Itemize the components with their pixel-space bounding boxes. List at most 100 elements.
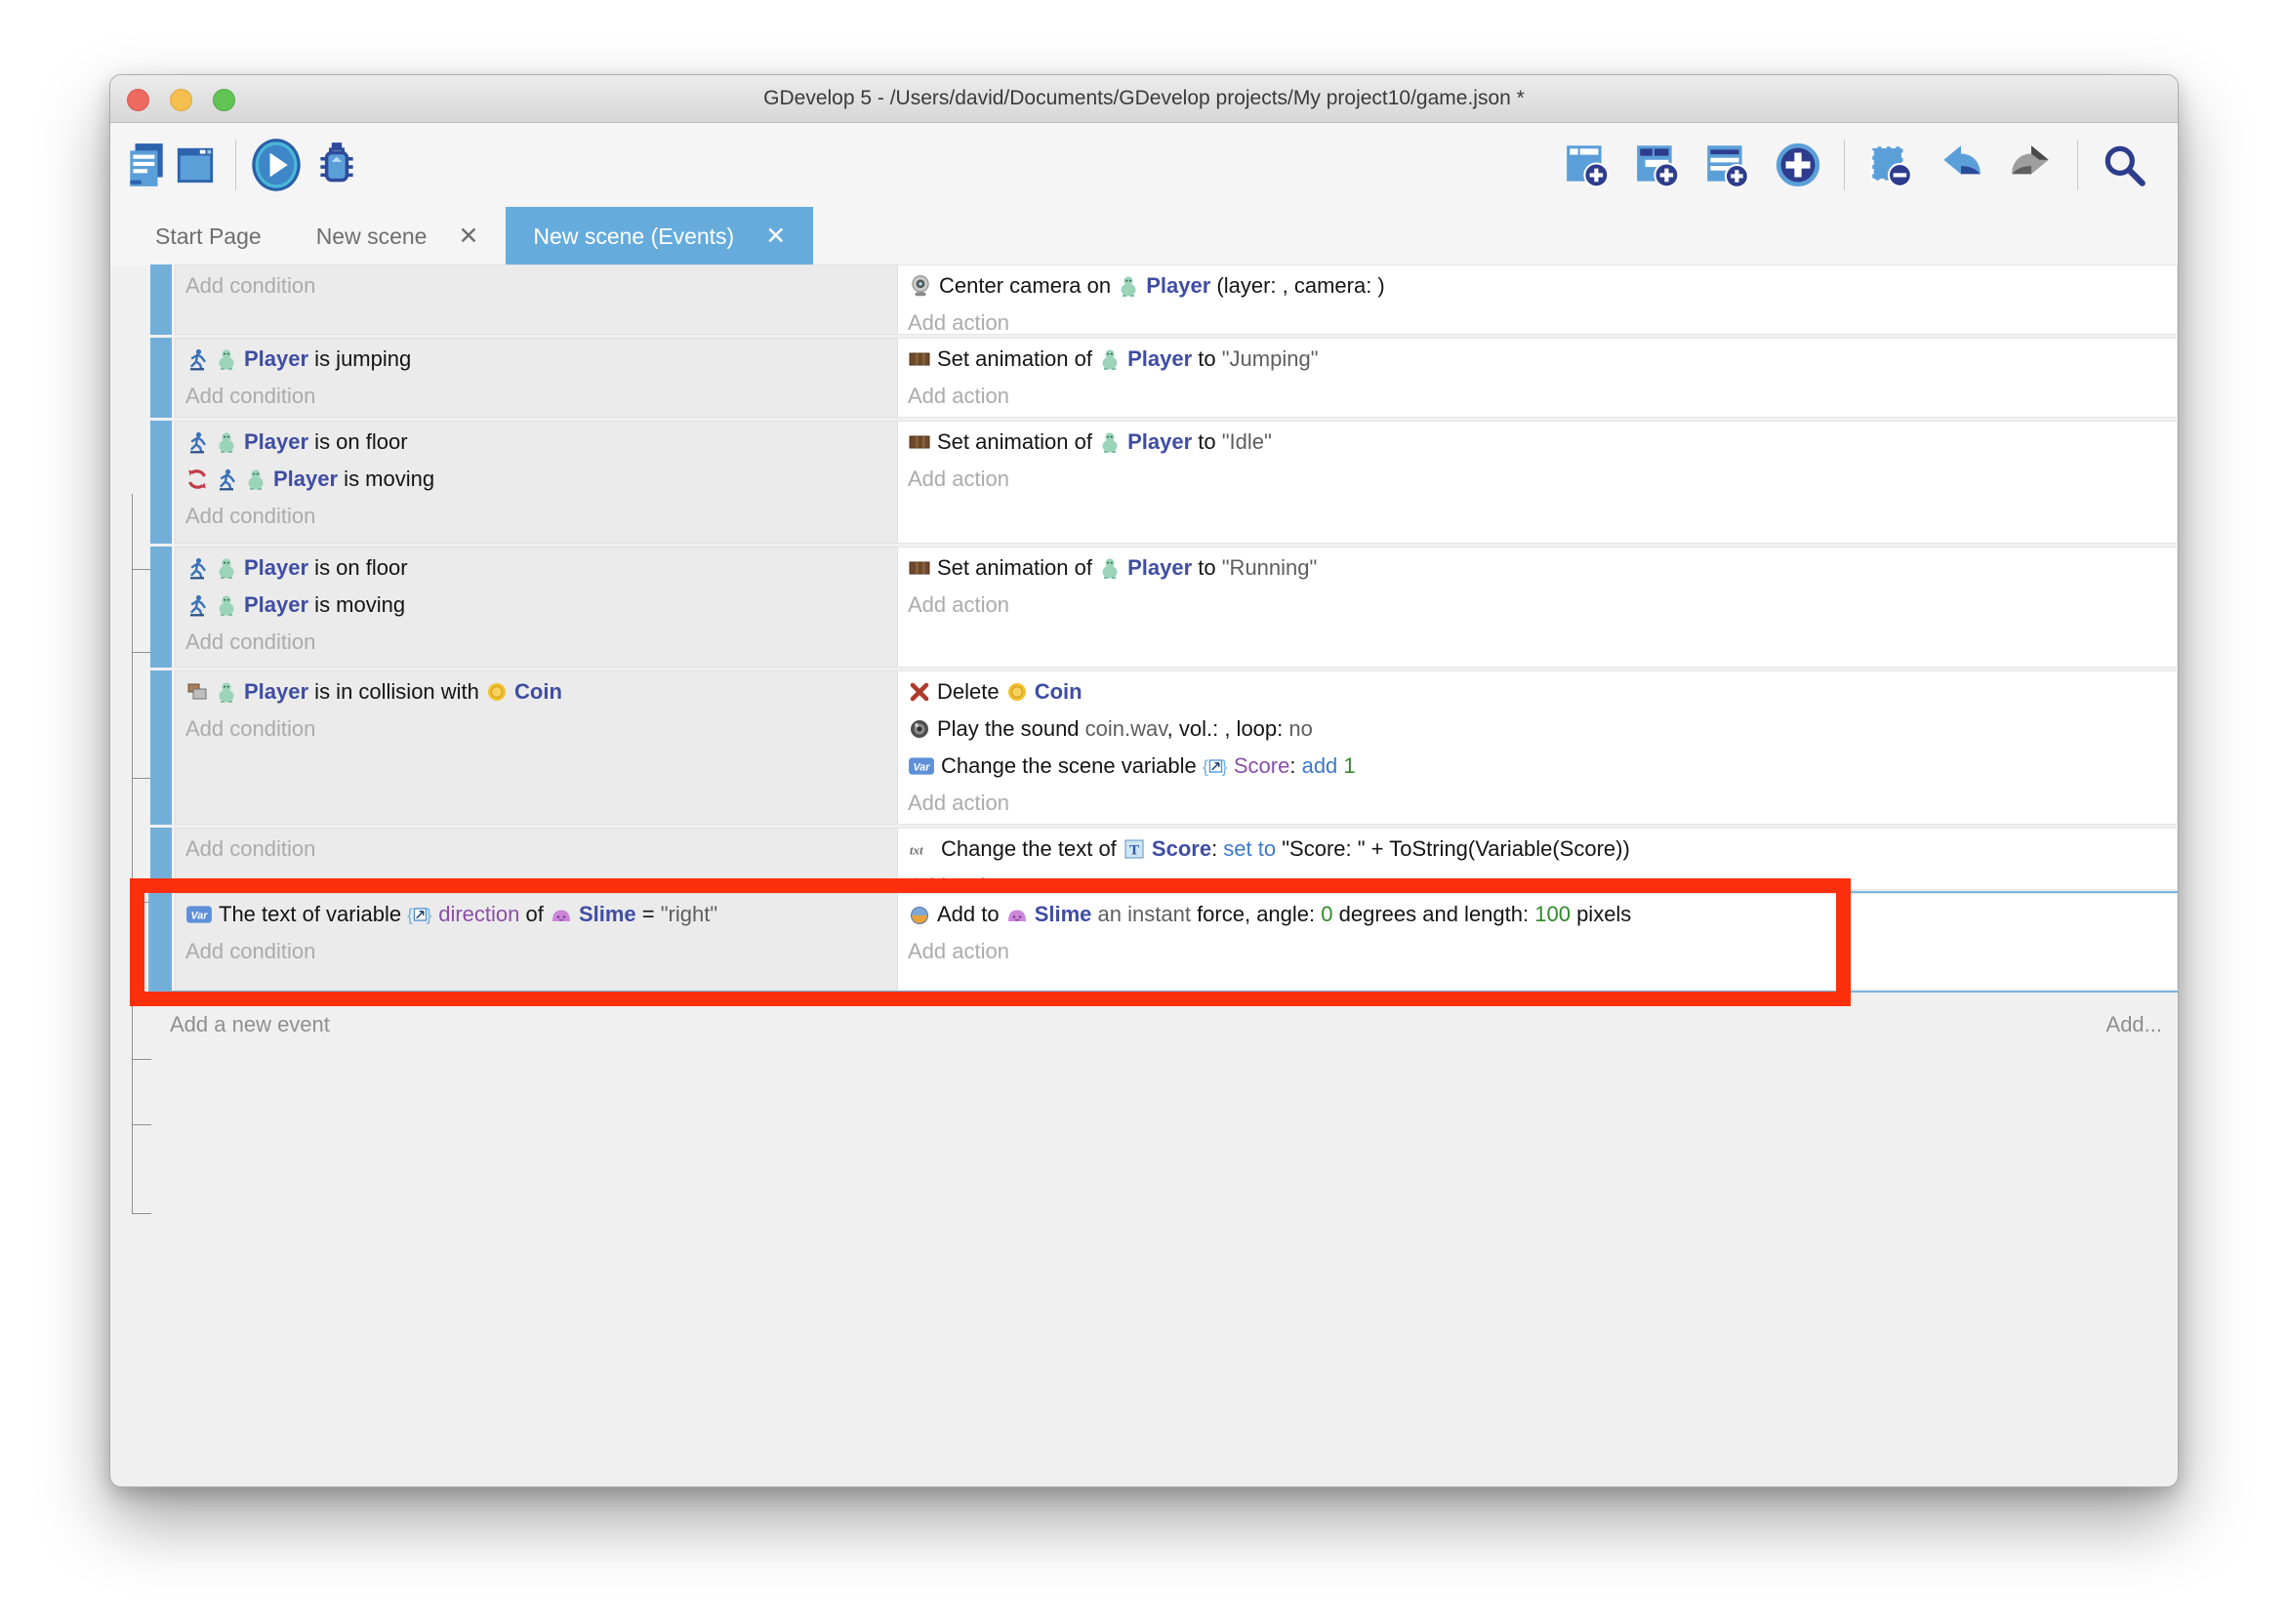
platformer-icon <box>185 424 209 461</box>
action-line[interactable]: Set animation of Player to "Running" <box>908 549 2177 587</box>
condition-text: Player <box>244 592 308 617</box>
add-action-button[interactable]: Add action <box>908 378 2177 415</box>
add-action-button[interactable]: Add action <box>908 461 2177 498</box>
delete-event-button[interactable] <box>1866 141 1915 189</box>
player-icon <box>244 461 267 498</box>
invert-icon <box>185 461 209 498</box>
add-comment-button[interactable] <box>1703 141 1752 189</box>
event-row[interactable]: Add condition txtChange the text of TScor… <box>150 828 2178 890</box>
camera-icon <box>908 267 933 304</box>
conditions-cell: Add condition <box>175 264 898 335</box>
condition-text: Player <box>244 429 308 454</box>
action-line[interactable]: VarChange the scene variable {}Score: ad… <box>908 748 2177 785</box>
event-bar <box>150 547 172 668</box>
add-action-button[interactable]: Add action <box>908 304 2177 335</box>
close-window-button[interactable] <box>127 89 149 111</box>
add-condition-button[interactable]: Add condition <box>185 498 897 535</box>
close-tab-icon[interactable]: ✕ <box>765 222 786 251</box>
debug-button[interactable] <box>312 140 361 190</box>
scene-editor-button[interactable] <box>175 142 216 188</box>
action-line[interactable]: Set animation of Player to "Jumping" <box>908 341 2177 378</box>
action-text: "Score: " + ToString(Variable(Score)) <box>1276 836 1630 861</box>
action-text: Delete <box>937 679 1005 704</box>
action-line[interactable]: Delete Coin <box>908 673 2177 710</box>
event-row[interactable]: Player is in collision with CoinAdd cond… <box>150 670 2178 825</box>
condition-text: Add condition <box>185 504 315 528</box>
tab-label: Start Page <box>155 223 262 250</box>
event-row[interactable]: Player is jumpingAdd condition Set animat… <box>150 338 2178 418</box>
tab-new-scene-events[interactable]: New scene (Events) ✕ <box>506 207 813 265</box>
action-text: "Jumping" <box>1222 346 1319 371</box>
action-line[interactable]: Center camera on Player (layer: , camera… <box>908 267 2177 304</box>
event-row[interactable]: Player is on floorPlayer is moving Add co… <box>150 547 2178 668</box>
event-row[interactable]: Add condition Center camera on Player (la… <box>150 264 2178 335</box>
event-row[interactable]: VarThe text of variable {}direction of S… <box>150 893 2178 991</box>
action-text: 100 <box>1534 902 1571 926</box>
tab-label: New scene <box>316 223 428 250</box>
action-line[interactable]: Add to Slime an instant force, angle: 0 … <box>908 896 2177 933</box>
condition-line[interactable]: Player is on floor <box>185 549 897 587</box>
event-bar <box>150 828 172 890</box>
toolbar-separator <box>1844 140 1845 190</box>
add-condition-button[interactable]: Add condition <box>185 933 897 970</box>
varbox-icon: {} <box>407 896 432 933</box>
action-text: , vol.: , loop: <box>1167 716 1289 741</box>
condition-line[interactable]: Player is in collision with Coin <box>185 673 897 710</box>
condition-line[interactable]: VarThe text of variable {}direction of S… <box>185 896 897 933</box>
condition-line[interactable]: Player is moving <box>185 461 897 498</box>
add-action-button[interactable]: Add action <box>908 933 2177 970</box>
condition-text: Add condition <box>185 836 315 861</box>
add-condition-button[interactable]: Add condition <box>185 624 897 661</box>
tab-new-scene[interactable]: New scene ✕ <box>289 207 507 265</box>
textobj-icon: T <box>1123 831 1146 868</box>
add-action-button[interactable]: Add action <box>908 868 2177 890</box>
event-bar <box>150 264 172 335</box>
project-manager-button[interactable] <box>126 142 167 188</box>
condition-text: Coin <box>514 679 562 704</box>
condition-text: is jumping <box>308 346 411 371</box>
add-more-button[interactable]: Add... <box>2106 1012 2162 1037</box>
actions-cell: txtChange the text of TScore: set to "Sc… <box>898 828 2178 890</box>
condition-line[interactable]: Player is moving <box>185 587 897 624</box>
add-action-button[interactable]: Add action <box>908 785 2177 822</box>
action-text: Add to <box>937 902 1005 926</box>
svg-text:{: { <box>407 906 413 925</box>
event-row[interactable]: Player is on floorPlayer is moving Add co… <box>150 421 2178 544</box>
add-new-event-button[interactable]: Add a new event <box>170 1012 330 1037</box>
svg-text:{: { <box>1203 757 1208 777</box>
condition-line[interactable]: Player is on floor <box>185 424 897 461</box>
add-action-button[interactable]: Add action <box>908 587 2177 624</box>
add-condition-button[interactable]: Add condition <box>185 831 897 868</box>
minimize-window-button[interactable] <box>170 89 192 111</box>
condition-text: Add condition <box>185 629 315 654</box>
action-text: pixels <box>1571 902 1631 926</box>
toolbar-separator <box>2077 140 2078 190</box>
play-button[interactable] <box>248 137 305 193</box>
condition-text: Player <box>244 555 308 580</box>
action-line[interactable]: Play the sound coin.wav, vol.: , loop: n… <box>908 710 2177 748</box>
action-text: force, angle: <box>1191 902 1321 926</box>
tab-start-page[interactable]: Start Page <box>128 207 289 265</box>
actions-cell: Set animation of Player to "Idle"Add act… <box>898 421 2178 544</box>
action-line[interactable]: txtChange the text of TScore: set to "Sc… <box>908 831 2177 868</box>
platformer-icon <box>215 461 238 498</box>
redo-button[interactable] <box>2007 141 2056 189</box>
player-icon <box>215 549 238 587</box>
zoom-window-button[interactable] <box>213 89 235 111</box>
add-condition-button[interactable]: Add condition <box>185 710 897 748</box>
animation-icon <box>908 549 931 587</box>
add-condition-button[interactable]: Add condition <box>185 267 897 304</box>
condition-text: is moving <box>338 467 434 491</box>
action-text: Coin <box>1035 679 1083 704</box>
undo-button[interactable] <box>1937 141 1985 189</box>
add-circle-button[interactable] <box>1774 141 1822 189</box>
add-subevent-button[interactable] <box>1633 141 1682 189</box>
close-tab-icon[interactable]: ✕ <box>458 222 478 251</box>
search-button[interactable] <box>2100 141 2148 189</box>
add-event-button[interactable] <box>1563 141 1612 189</box>
add-condition-button[interactable]: Add condition <box>185 378 897 415</box>
tab-bar: Start Page New scene ✕ New scene (Events… <box>110 207 2178 265</box>
action-line[interactable]: Set animation of Player to "Idle" <box>908 424 2177 461</box>
player-icon <box>215 341 238 378</box>
condition-line[interactable]: Player is jumping <box>185 341 897 378</box>
